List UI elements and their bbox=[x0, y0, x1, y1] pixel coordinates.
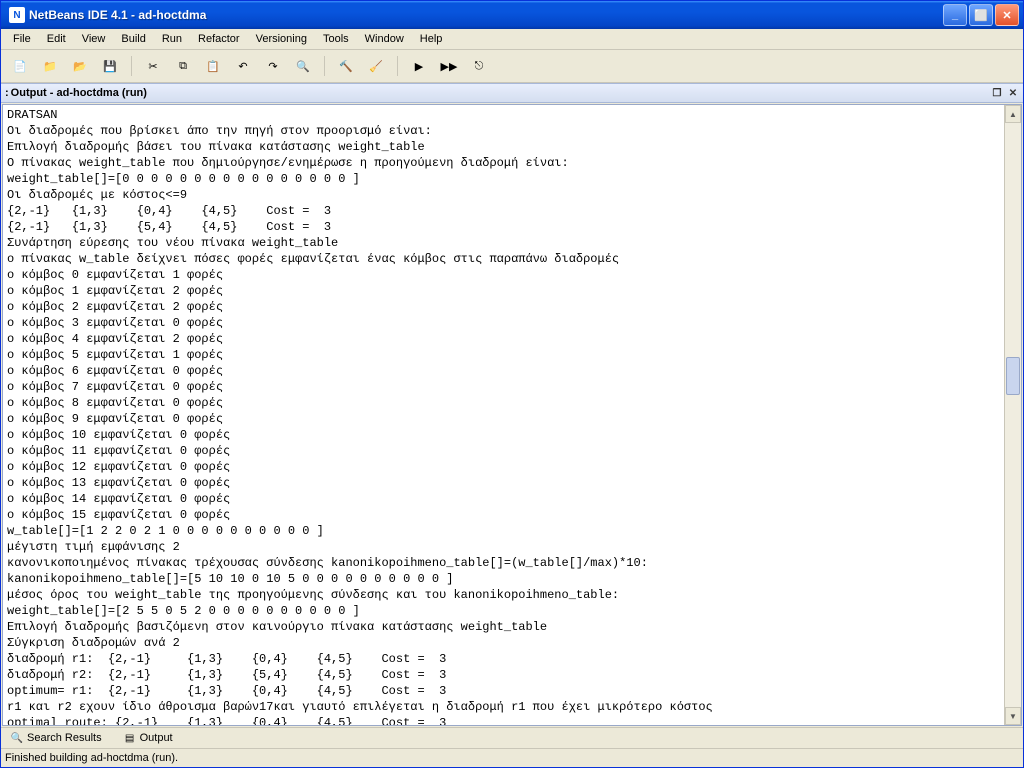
app-window: N NetBeans IDE 4.1 - ad-hoctdma _ ⬜ ✕ Fi… bbox=[0, 0, 1024, 768]
panel-restore-icon[interactable]: ❐ bbox=[991, 87, 1003, 99]
output-text[interactable]: DRATSAN Οι διαδρομές που βρίσκει άπο την… bbox=[3, 105, 1004, 725]
copy-icon[interactable]: ⧉ bbox=[170, 53, 196, 79]
maximize-button[interactable]: ⬜ bbox=[969, 4, 993, 26]
new-project-icon[interactable]: 📁 bbox=[37, 53, 63, 79]
output-panel-title: Output - ad-hoctdma (run) bbox=[11, 87, 147, 99]
close-button[interactable]: ✕ bbox=[995, 4, 1019, 26]
menu-help[interactable]: Help bbox=[412, 31, 451, 47]
paste-icon[interactable]: 📋 bbox=[200, 53, 226, 79]
bottom-tabs: 🔍 Search Results ▤ Output bbox=[1, 727, 1023, 748]
tab-search-results[interactable]: 🔍 Search Results bbox=[5, 731, 108, 745]
menubar: File Edit View Build Run Refactor Versio… bbox=[1, 29, 1023, 50]
tab-output-label: Output bbox=[140, 732, 173, 744]
menu-build[interactable]: Build bbox=[113, 31, 153, 47]
new-file-icon[interactable]: 📄 bbox=[7, 53, 33, 79]
cut-icon[interactable]: ✂ bbox=[140, 53, 166, 79]
window-buttons: _ ⬜ ✕ bbox=[943, 4, 1019, 26]
toolbar-separator bbox=[131, 56, 132, 76]
output-panel-header: : Output - ad-hoctdma (run) ❐ ✕ bbox=[1, 83, 1023, 103]
app-icon: N bbox=[9, 7, 25, 23]
output-icon: ▤ bbox=[124, 732, 136, 744]
run-icon[interactable]: ▶ bbox=[406, 53, 432, 79]
menu-edit[interactable]: Edit bbox=[39, 31, 74, 47]
panel-close-icon[interactable]: ✕ bbox=[1007, 87, 1019, 99]
toolbar-separator bbox=[397, 56, 398, 76]
clean-build-icon[interactable]: 🧹 bbox=[363, 53, 389, 79]
toolbar-separator bbox=[324, 56, 325, 76]
menu-versioning[interactable]: Versioning bbox=[248, 31, 315, 47]
menu-run[interactable]: Run bbox=[154, 31, 190, 47]
scroll-thumb[interactable] bbox=[1006, 357, 1020, 395]
scroll-track[interactable] bbox=[1005, 123, 1021, 707]
output-panel: DRATSAN Οι διαδρομές που βρίσκει άπο την… bbox=[2, 104, 1022, 726]
build-icon[interactable]: 🔨 bbox=[333, 53, 359, 79]
menu-tools[interactable]: Tools bbox=[315, 31, 357, 47]
toolbar: 📄📁📂💾✂⧉📋↶↷🔍🔨🧹▶▶▶⎋ bbox=[1, 50, 1023, 83]
titlebar: N NetBeans IDE 4.1 - ad-hoctdma _ ⬜ ✕ bbox=[1, 1, 1023, 29]
minimize-button[interactable]: _ bbox=[943, 4, 967, 26]
find-icon[interactable]: 🔍 bbox=[290, 53, 316, 79]
undo-icon[interactable]: ↶ bbox=[230, 53, 256, 79]
tab-search-label: Search Results bbox=[27, 732, 102, 744]
scroll-down-button[interactable]: ▼ bbox=[1005, 707, 1021, 725]
window-title: NetBeans IDE 4.1 - ad-hoctdma bbox=[29, 8, 943, 22]
redo-icon[interactable]: ↷ bbox=[260, 53, 286, 79]
debug-icon[interactable]: ▶▶ bbox=[436, 53, 462, 79]
tab-output[interactable]: ▤ Output bbox=[118, 731, 179, 745]
search-icon: 🔍 bbox=[11, 732, 23, 744]
vertical-scrollbar[interactable]: ▲ ▼ bbox=[1004, 105, 1021, 725]
scroll-up-button[interactable]: ▲ bbox=[1005, 105, 1021, 123]
menu-view[interactable]: View bbox=[74, 31, 114, 47]
menu-file[interactable]: File bbox=[5, 31, 39, 47]
menu-refactor[interactable]: Refactor bbox=[190, 31, 248, 47]
statusbar: Finished building ad-hoctdma (run). bbox=[1, 748, 1023, 767]
open-icon[interactable]: 📂 bbox=[67, 53, 93, 79]
status-text: Finished building ad-hoctdma (run). bbox=[5, 752, 178, 764]
save-all-icon[interactable]: 💾 bbox=[97, 53, 123, 79]
attach-icon[interactable]: ⎋ bbox=[466, 53, 492, 79]
menu-window[interactable]: Window bbox=[357, 31, 412, 47]
